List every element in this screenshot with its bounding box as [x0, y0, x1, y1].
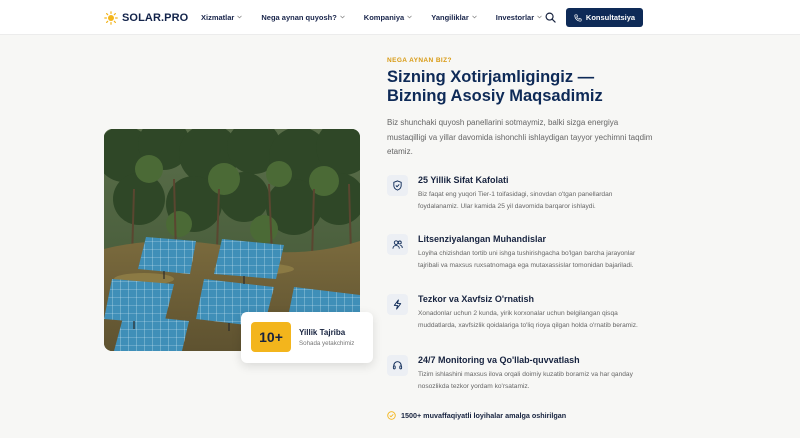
feature-description: Tizim ishlashini maxsus ilova orqali doi… — [418, 371, 633, 390]
search-icon[interactable] — [545, 12, 556, 23]
users-icon — [387, 234, 408, 255]
phone-icon — [574, 13, 582, 22]
experience-title: Yillik Tajriba — [299, 328, 346, 337]
experience-badge-card: 10+ Yillik Tajriba Sohada yetakchimiz — [241, 312, 373, 363]
nav-item-yangiliklar[interactable]: Yangiliklar — [431, 11, 477, 23]
main-menu: Xizmatlar Nega aynan quyosh? Kompaniya Y… — [201, 11, 561, 23]
headset-icon — [387, 355, 408, 376]
feature-description: Xonadonlar uchun 2 kunda, yirik korxonal… — [418, 310, 638, 329]
headline-line-1: Sizning Xotirjamligingiz — — [387, 68, 595, 86]
nav-item-label: Nega aynan quyosh? — [261, 12, 337, 22]
sun-icon — [104, 11, 118, 25]
lightning-icon — [387, 294, 408, 315]
feature-description: Loyiha chizishdan tortib uni ishga tushi… — [418, 250, 636, 269]
chevron-down-icon — [537, 15, 542, 19]
nav-item-investorlar[interactable]: Investorlar — [496, 11, 542, 23]
experience-subtitle: Sohada yetakchimiz — [299, 340, 355, 347]
chevron-down-icon — [407, 15, 412, 19]
brand-name: SOLAR.PRO — [122, 12, 189, 24]
consultation-label: Konsultatsiya — [585, 13, 636, 22]
headline-line-2: Bizning Asosiy Maqsadimiz — [387, 87, 603, 105]
feature-title: 24/7 Monitoring va Qo'llab-quvvatlash — [418, 355, 580, 365]
nav-item-kompaniya[interactable]: Kompaniya — [364, 11, 412, 23]
section-headline: Sizning Xotirjamligingiz — Bizning Asosi… — [387, 68, 647, 106]
nav-item-label: Xizmatlar — [201, 12, 235, 22]
section-eyebrow: NEGA AYNAN BIZ? — [387, 57, 452, 64]
nav-item-xizmatlar[interactable]: Xizmatlar — [201, 11, 243, 23]
nav-item-nega-aynan-quyosh[interactable]: Nega aynan quyosh? — [261, 11, 345, 23]
shield-icon — [387, 175, 408, 196]
chevron-down-icon — [237, 15, 243, 19]
nav-item-label: Investorlar — [495, 12, 535, 22]
nav-item-label: Kompaniya — [363, 12, 405, 22]
check-circle-icon — [387, 411, 396, 420]
experience-years: 10+ — [251, 322, 291, 352]
chevron-down-icon — [340, 15, 345, 19]
feature-title: Tezkor va Xavfsiz O'rnatish — [418, 294, 535, 304]
feature-title: Litsenziyalangan Muhandislar — [418, 234, 547, 244]
section-intro: Biz shunchaki quyosh panellarini sotmaym… — [387, 118, 653, 157]
projects-count-text: 1500+ muvaffaqiyatli loyihalar amalga os… — [401, 411, 567, 420]
feature-description: Biz faqat eng yuqori Tier-1 toifasidagi,… — [418, 191, 613, 210]
consultation-button[interactable]: Konsultatsiya — [566, 8, 643, 27]
projects-footnote: 1500+ muvaffaqiyatli loyihalar amalga os… — [387, 411, 566, 420]
chevron-down-icon — [472, 15, 477, 19]
top-navbar: SOLAR.PRO Xizmatlar Nega aynan quyosh? K… — [0, 0, 800, 35]
nav-item-label: Yangiliklar — [431, 12, 469, 22]
brand-logo[interactable]: SOLAR.PRO — [104, 10, 188, 26]
feature-title: 25 Yillik Sifat Kafolati — [418, 175, 509, 185]
